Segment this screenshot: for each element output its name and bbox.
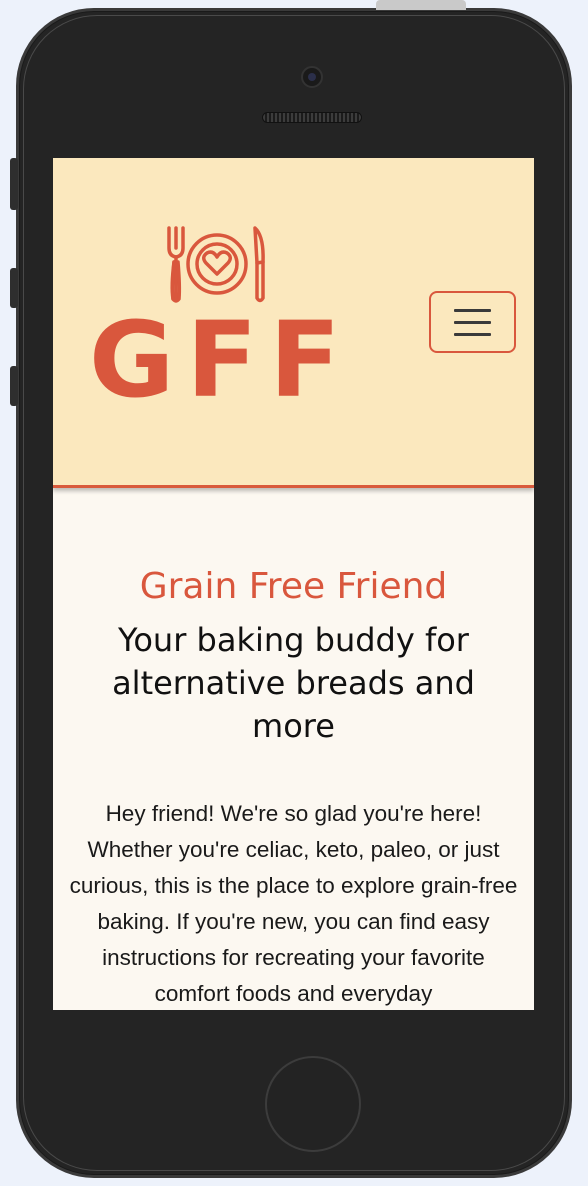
site-header: GFF (53, 158, 534, 488)
earpiece-speaker (262, 112, 362, 123)
volume-down-button (10, 366, 18, 406)
home-button[interactable] (265, 1056, 361, 1152)
site-logo[interactable]: GFF (89, 226, 349, 416)
site-title: Grain Free Friend (139, 566, 448, 607)
intro-paragraph: Hey friend! We're so glad you're here! W… (69, 801, 518, 1006)
mute-switch (10, 158, 18, 210)
logo-text: GFF (89, 299, 353, 421)
front-camera (301, 66, 323, 88)
volume-up-button (10, 268, 18, 308)
tagline: Your baking buddy for alternative breads… (112, 621, 475, 745)
phone-screen: GFF Grain Free Friend Your baking buddy … (53, 158, 534, 1010)
power-button (376, 0, 466, 10)
plate-heart-fork-knife-icon (167, 226, 265, 303)
menu-toggle-button[interactable] (429, 291, 516, 353)
